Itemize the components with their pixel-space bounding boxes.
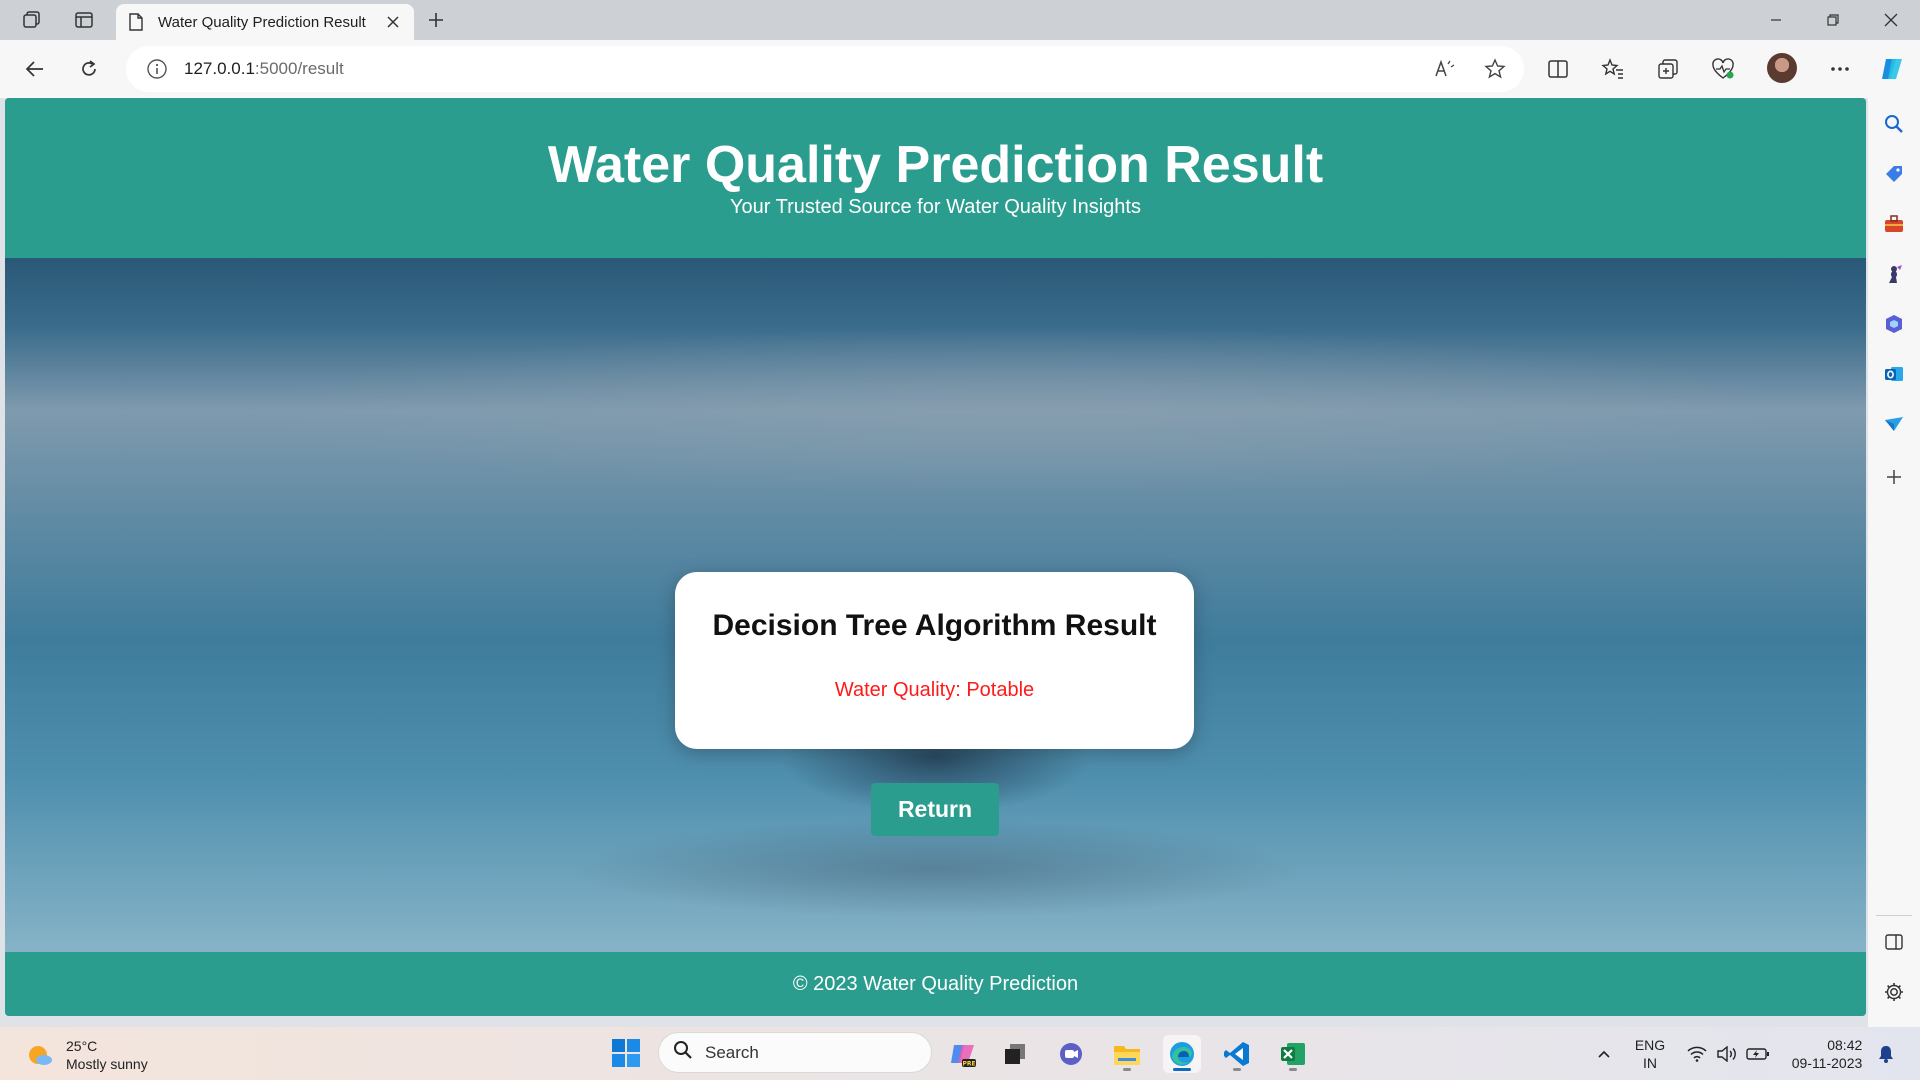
svg-text:PRE: PRE [962,1061,975,1068]
minimize-button[interactable] [1748,0,1804,40]
back-button[interactable] [18,53,52,85]
profile-avatar[interactable] [1767,53,1797,83]
tools-briefcase-icon[interactable] [1882,212,1906,236]
running-indicator [1233,1068,1241,1071]
search-icon[interactable] [1882,112,1906,136]
tab-title: Water Quality Prediction Result [158,13,366,31]
active-indicator [1173,1068,1191,1071]
result-card-title: Decision Tree Algorithm Result [712,609,1157,642]
restore-button[interactable] [1805,0,1861,40]
page-icon [128,13,144,31]
workspaces-icon[interactable] [18,8,46,32]
search-icon [673,1040,693,1065]
shopping-tag-icon[interactable] [1882,162,1906,186]
running-indicator [1123,1068,1131,1071]
copilot-icon[interactable] [1877,54,1907,84]
refresh-button[interactable] [72,53,106,85]
send-icon[interactable] [1882,412,1906,436]
clock[interactable]: 08:42 09-11-2023 [1786,1027,1868,1080]
url-path: :5000/result [254,59,344,78]
temperature: 25°C [66,1038,98,1054]
favorites-icon[interactable] [1598,54,1628,84]
copilot-preview-app-icon[interactable]: PRE [944,1035,982,1073]
browser-essentials-icon[interactable] [1708,54,1738,84]
water-splash-background: Decision Tree Algorithm Result Water Qua… [5,258,1866,952]
partly-sunny-icon [26,1041,54,1069]
search-label: Search [705,1042,759,1062]
site-footer: © 2023 Water Quality Prediction [5,952,1866,1016]
clock-time: 08:42 [1827,1036,1863,1053]
split-screen-icon[interactable] [1543,54,1573,84]
vscode-app-icon[interactable] [1218,1035,1256,1073]
file-explorer-app-icon[interactable] [1108,1035,1146,1073]
url-text: 127.0.0.1:5000/result [184,59,344,79]
notification-bell-icon[interactable] [1874,1027,1898,1080]
excel-app-icon[interactable] [1274,1035,1312,1073]
clock-date: 09-11-2023 [1791,1054,1863,1071]
more-options-icon[interactable] [1825,54,1855,84]
read-aloud-icon[interactable] [1431,57,1459,81]
microsoft-365-icon[interactable] [1882,312,1906,336]
address-bar[interactable]: 127.0.0.1:5000/result [126,46,1524,92]
weather-description: Mostly sunny [66,1056,148,1072]
page-subtitle: Your Trusted Source for Water Quality In… [730,196,1141,218]
tab-actions-icon[interactable] [70,8,98,32]
show-hidden-icons-chevron[interactable] [1592,1027,1616,1080]
close-window-button[interactable] [1863,0,1919,40]
teams-chat-app-icon[interactable] [1052,1035,1090,1073]
taskbar-search[interactable]: Search [658,1032,932,1073]
hide-sidebar-icon[interactable] [1882,930,1906,954]
sidebar-divider [1876,915,1912,916]
site-header: Water Quality Prediction Result Your Tru… [5,98,1866,258]
add-sidebar-app-icon[interactable] [1882,465,1906,489]
active-tab[interactable]: Water Quality Prediction Result [116,4,414,40]
wifi-icon[interactable] [1684,1027,1710,1080]
language-indicator[interactable]: ENG IN [1628,1027,1672,1080]
settings-gear-icon[interactable] [1882,980,1906,1004]
running-indicator [1289,1068,1297,1071]
result-card: Decision Tree Algorithm Result Water Qua… [675,572,1194,749]
new-tab-button[interactable] [422,8,450,32]
region-code: IN [1643,1054,1657,1071]
browser-tab-bar: Water Quality Prediction Result [0,0,1920,40]
favorite-star-icon[interactable] [1481,57,1509,81]
site-info-icon[interactable] [146,58,168,80]
edge-app-icon[interactable] [1163,1035,1201,1073]
battery-icon[interactable] [1744,1027,1772,1080]
windows-start-icon[interactable] [611,1038,641,1068]
page-viewport: Water Quality Prediction Result Your Tru… [5,98,1866,1016]
return-button[interactable]: Return [871,783,999,836]
task-view-app-icon[interactable] [996,1035,1034,1073]
browser-toolbar: 127.0.0.1:5000/result [0,40,1920,98]
close-tab-icon[interactable] [384,13,402,31]
language-code: ENG [1634,1036,1666,1053]
url-host: 127.0.0.1 [184,59,255,78]
prediction-result: Water Quality: Potable [834,679,1035,701]
collections-icon[interactable] [1653,54,1683,84]
games-icon[interactable] [1882,262,1906,286]
outlook-icon[interactable] [1882,362,1906,386]
windows-taskbar: 25°C Mostly sunny Search PRE ENG IN 08:4… [0,1027,1920,1080]
page-title: Water Quality Prediction Result [547,136,1324,194]
browser-sidebar [1868,98,1920,1027]
weather-widget[interactable]: 25°C Mostly sunny [26,1037,148,1073]
volume-icon[interactable] [1714,1027,1740,1080]
